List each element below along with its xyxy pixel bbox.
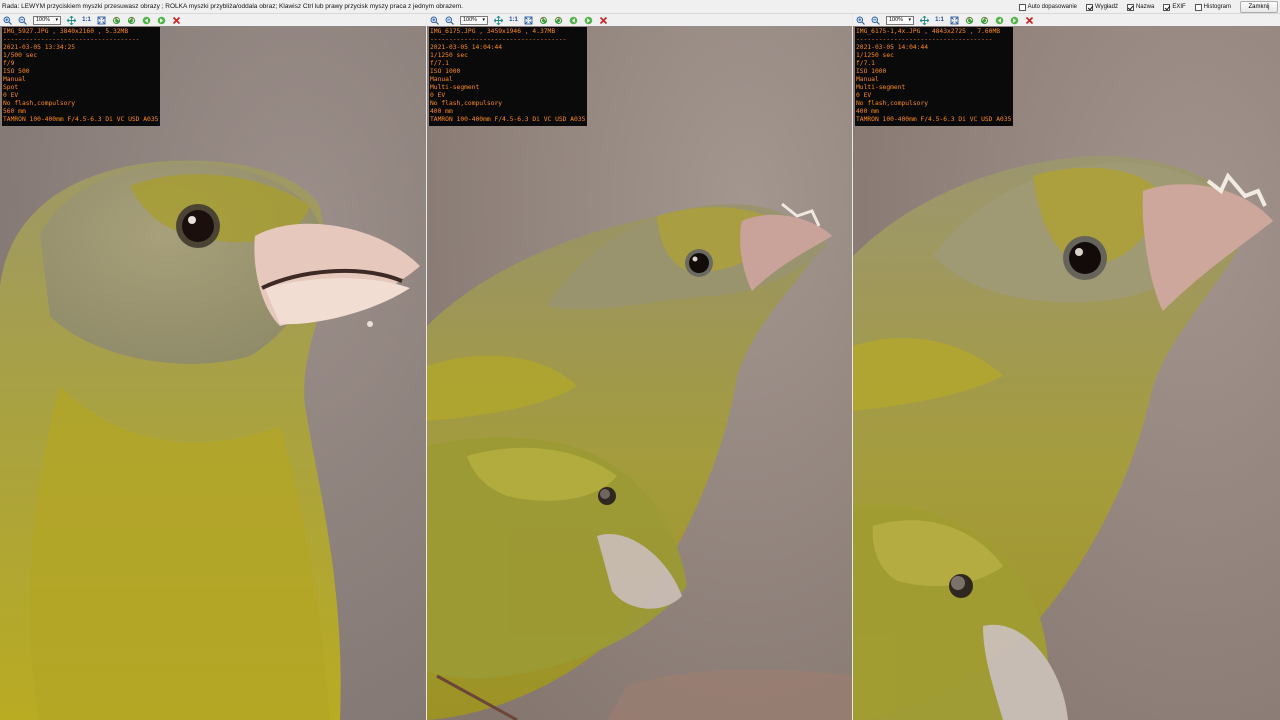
exif-header: IMG_6175-1,4x.JPG , 4843x2725 , 7.60MB	[856, 28, 1001, 35]
option-auto-fit[interactable]: Auto dopasowanie	[1018, 3, 1077, 11]
image-panel-3[interactable]: 100% ▾ 1:1 IMG_6175-1,4x.JPG , 4843x2725…	[853, 14, 1280, 720]
close-button[interactable]: Zamknij	[1240, 1, 1278, 13]
exif-metering: Spot	[3, 84, 19, 91]
panel-toolbar: 100% ▾ 1:1	[427, 14, 852, 26]
exif-aperture: f/9	[3, 60, 15, 67]
exif-flash: No flash,compulsory	[3, 100, 76, 107]
exif-aperture: f/7.1	[430, 60, 449, 67]
checkbox-exif[interactable]	[1163, 3, 1171, 11]
exif-date: 2021-03-05 13:34:25	[3, 44, 76, 51]
exif-header: IMG_6175.JPG , 3459x1946 , 4.37MB	[430, 28, 556, 35]
exif-header: IMG_5927.JPG , 3840x2160 , 5.32MB	[3, 28, 129, 35]
exif-metering: Multi-segment	[856, 84, 906, 91]
exif-shutter: 1/1250 sec	[430, 52, 468, 59]
prev-icon[interactable]	[569, 16, 578, 25]
ratio-1-1-button[interactable]: 1:1	[935, 16, 944, 25]
zoom-out-icon[interactable]	[18, 16, 27, 25]
chevron-down-icon: ▾	[908, 17, 911, 23]
image-panel-2[interactable]: 100% ▾ 1:1 IMG_6175.JPG , 3459x1946 , 4.…	[427, 14, 852, 720]
exif-ev: 0 EV	[430, 92, 446, 99]
exif-focal: 400 mm	[856, 108, 879, 115]
panel-toolbar: 100% ▾ 1:1	[0, 14, 426, 26]
rotate-right-icon[interactable]	[980, 16, 989, 25]
option-name[interactable]: Nazwa	[1126, 3, 1154, 11]
ratio-1-1-button[interactable]: 1:1	[82, 16, 91, 25]
rotate-left-icon[interactable]	[965, 16, 974, 25]
exif-separator: ------------------------------------	[430, 36, 567, 43]
exif-ev: 0 EV	[3, 92, 19, 99]
exif-overlay-2: IMG_6175.JPG , 3459x1946 , 4.37MB -------…	[429, 27, 588, 126]
rotate-right-icon[interactable]	[554, 16, 563, 25]
zoom-in-icon[interactable]	[3, 16, 12, 25]
zoom-out-icon[interactable]	[445, 16, 454, 25]
exif-lens: TAMRON 100-400mm F/4.5-6.3 Di VC USD A03…	[3, 116, 159, 123]
fullscreen-icon[interactable]	[97, 16, 106, 25]
bird-photo-1[interactable]	[0, 26, 426, 720]
hint-text: Rada: LEWYM przyciskiem myszki przesuwas…	[2, 3, 463, 10]
exif-separator: ------------------------------------	[856, 36, 993, 43]
exif-aperture: f/7.1	[856, 60, 875, 67]
exif-shutter: 1/500 sec	[3, 52, 38, 59]
exif-metering: Multi-segment	[430, 84, 480, 91]
exif-overlay-3: IMG_6175-1,4x.JPG , 4843x2725 , 7.60MB --…	[855, 27, 1014, 126]
view-options: Auto dopasowanie Wygładź Nazwa EXIF Hist…	[1018, 0, 1280, 14]
exif-separator: ------------------------------------	[3, 36, 140, 43]
fullscreen-icon[interactable]	[524, 16, 533, 25]
next-icon[interactable]	[584, 16, 593, 25]
bird-photo-2[interactable]	[427, 26, 852, 720]
hint-bar: Rada: LEWYM przyciskiem myszki przesuwas…	[0, 0, 1280, 14]
zoom-in-icon[interactable]	[430, 16, 439, 25]
fit-icon[interactable]	[67, 15, 76, 25]
checkbox-histogram[interactable]	[1194, 3, 1202, 11]
image-panel-1[interactable]: 100% ▾ 1:1 IMG_5927.JPG , 3840x2160 , 5.…	[0, 14, 426, 720]
exif-iso: ISO 1000	[856, 68, 887, 75]
rotate-left-icon[interactable]	[539, 16, 548, 25]
exif-overlay-1: IMG_5927.JPG , 3840x2160 , 5.32MB -------…	[2, 27, 161, 126]
option-histogram[interactable]: Histogram	[1194, 3, 1231, 11]
rotate-left-icon[interactable]	[112, 16, 121, 25]
fit-icon[interactable]	[494, 15, 503, 25]
close-icon[interactable]	[1025, 16, 1034, 25]
next-icon[interactable]	[157, 16, 166, 25]
zoom-dropdown[interactable]: 100% ▾	[33, 15, 61, 25]
panel-toolbar: 100% ▾ 1:1	[853, 14, 1280, 26]
exif-date: 2021-03-05 14:04:44	[430, 44, 503, 51]
exif-shutter: 1/1250 sec	[856, 52, 894, 59]
next-icon[interactable]	[1010, 16, 1019, 25]
exif-focal: 400 mm	[430, 108, 453, 115]
zoom-out-icon[interactable]	[871, 16, 880, 25]
chevron-down-icon: ▾	[55, 17, 58, 23]
exif-ev: 0 EV	[856, 92, 872, 99]
exif-date: 2021-03-05 14:04:44	[856, 44, 929, 51]
exif-mode: Manual	[430, 76, 453, 83]
exif-focal: 560 mm	[3, 108, 26, 115]
exif-flash: No flash,compulsory	[856, 100, 929, 107]
checkbox-smooth[interactable]	[1086, 3, 1093, 11]
fullscreen-icon[interactable]	[950, 16, 959, 25]
exif-mode: Manual	[856, 76, 879, 83]
exif-lens: TAMRON 100-400mm F/4.5-6.3 Di VC USD A03…	[430, 116, 586, 123]
option-exif[interactable]: EXIF	[1163, 3, 1186, 11]
zoom-dropdown[interactable]: 100% ▾	[460, 15, 488, 25]
prev-icon[interactable]	[995, 16, 1004, 25]
checkbox-name[interactable]	[1126, 3, 1134, 11]
ratio-1-1-button[interactable]: 1:1	[509, 16, 518, 25]
fit-icon[interactable]	[920, 15, 929, 25]
exif-iso: ISO 500	[3, 68, 30, 75]
close-icon[interactable]	[599, 16, 608, 25]
option-smooth[interactable]: Wygładź	[1086, 3, 1118, 11]
exif-iso: ISO 1000	[430, 68, 461, 75]
rotate-right-icon[interactable]	[127, 16, 136, 25]
checkbox-auto-fit[interactable]	[1018, 3, 1026, 11]
exif-lens: TAMRON 100-400mm F/4.5-6.3 Di VC USD A03…	[856, 116, 1012, 123]
prev-icon[interactable]	[142, 16, 151, 25]
chevron-down-icon: ▾	[482, 17, 485, 23]
bird-photo-3[interactable]	[853, 26, 1280, 720]
close-icon[interactable]	[172, 16, 181, 25]
zoom-in-icon[interactable]	[856, 16, 865, 25]
exif-flash: No flash,compulsory	[430, 100, 503, 107]
zoom-dropdown[interactable]: 100% ▾	[886, 15, 914, 25]
exif-mode: Manual	[3, 76, 26, 83]
